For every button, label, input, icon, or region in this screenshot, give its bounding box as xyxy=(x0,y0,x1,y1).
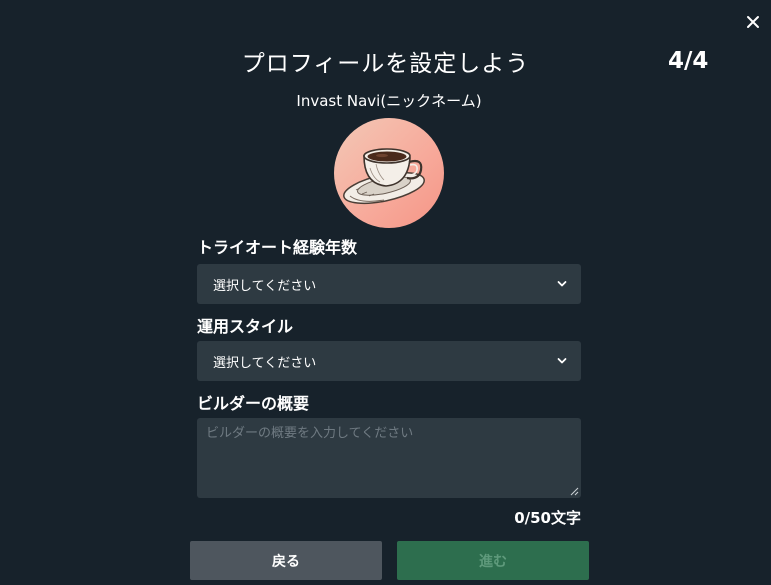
avatar[interactable] xyxy=(334,118,444,228)
nickname-label: Invast Navi(ニックネーム) xyxy=(296,92,482,110)
summary-label: ビルダーの概要 xyxy=(197,394,310,413)
character-counter: 0/50文字 xyxy=(514,509,581,527)
style-select[interactable]: 選択してください xyxy=(197,341,581,381)
chevron-down-icon xyxy=(557,281,567,287)
close-button[interactable] xyxy=(741,10,765,34)
coffee-cup-icon xyxy=(343,148,425,205)
style-label: 運用スタイル xyxy=(197,317,294,336)
trial-years-label: トライオート経験年数 xyxy=(197,238,358,257)
dialog-title: プロフィールを設定しよう xyxy=(241,51,530,77)
summary-textarea[interactable] xyxy=(197,418,581,498)
close-icon xyxy=(747,16,759,28)
chevron-down-icon xyxy=(557,358,567,364)
back-button[interactable]: 戻る xyxy=(190,541,382,580)
next-button[interactable]: 進む xyxy=(397,541,589,580)
trial-years-select[interactable]: 選択してください xyxy=(197,264,581,304)
resize-grip-icon[interactable] xyxy=(569,486,579,496)
trial-years-value: 選択してください xyxy=(213,278,317,294)
style-value: 選択してください xyxy=(213,355,317,371)
step-indicator: 4/4 xyxy=(668,48,709,74)
